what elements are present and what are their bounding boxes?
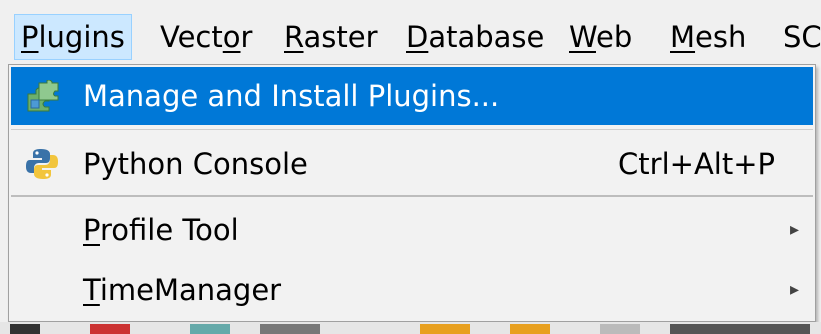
menu-web-rest: eb bbox=[595, 20, 633, 54]
toolbar-icon bbox=[670, 324, 810, 334]
menu-vector-part2: r bbox=[240, 20, 253, 54]
python-icon bbox=[26, 149, 58, 179]
menu-sc[interactable]: SC bbox=[783, 14, 821, 60]
menu-item-manage-install-plugins[interactable]: Manage and Install Plugins... bbox=[11, 67, 813, 125]
menu-web[interactable]: Web bbox=[569, 14, 632, 60]
menu-bar: Plugins Vector Raster Database Web Mesh … bbox=[0, 0, 821, 68]
toolbar-icon bbox=[10, 324, 40, 334]
menu-mesh[interactable]: Mesh bbox=[670, 14, 746, 60]
shortcut-label: Ctrl+Alt+P bbox=[618, 147, 775, 181]
submenu-arrow-icon: ▸ bbox=[789, 219, 799, 240]
menu-item-label: TimeManager bbox=[83, 273, 282, 307]
menu-plugins[interactable]: Plugins bbox=[14, 14, 132, 60]
menu-raster-rest: aster bbox=[303, 20, 378, 54]
toolbar-icon bbox=[600, 324, 640, 334]
menu-plugins-rest: lugins bbox=[38, 20, 125, 54]
toolbar-icon bbox=[420, 324, 470, 334]
menu-item-label: Profile Tool bbox=[83, 213, 239, 247]
menu-database[interactable]: Database bbox=[406, 14, 544, 60]
toolbar-icon bbox=[90, 324, 130, 334]
menu-plugins-mnemonic: P bbox=[21, 20, 39, 54]
puzzle-plugins-icon bbox=[27, 80, 59, 112]
toolbar-icon bbox=[190, 324, 230, 334]
menu-database-rest: atabase bbox=[428, 20, 545, 54]
menu-separator bbox=[11, 129, 813, 130]
menu-mesh-rest: esh bbox=[695, 20, 747, 54]
background-toolbar bbox=[0, 322, 821, 334]
menu-item-label: Python Console bbox=[83, 147, 308, 181]
menu-item-python-console[interactable]: Python Console Ctrl+Alt+P bbox=[11, 135, 813, 193]
menu-raster[interactable]: Raster bbox=[284, 14, 378, 60]
menu-database-mnemonic: D bbox=[406, 20, 429, 54]
menu-item-label: Manage and Install Plugins... bbox=[83, 79, 500, 113]
menu-mesh-mnemonic: M bbox=[670, 20, 696, 54]
plugins-dropdown-menu: Manage and Install Plugins... Python Con… bbox=[8, 64, 816, 322]
menu-web-mnemonic: W bbox=[569, 20, 596, 54]
menu-separator bbox=[11, 195, 813, 197]
toolbar-icon bbox=[260, 324, 320, 334]
menu-vector[interactable]: Vector bbox=[160, 14, 252, 60]
menu-vector-part1: Vect bbox=[160, 20, 223, 54]
menu-raster-mnemonic: R bbox=[284, 20, 304, 54]
menu-item-timemanager[interactable]: TimeManager ▸ bbox=[11, 261, 813, 319]
toolbar-icon bbox=[510, 324, 550, 334]
menu-item-profile-tool[interactable]: Profile Tool ▸ bbox=[11, 201, 813, 259]
menu-vector-mnemonic: o bbox=[222, 20, 241, 54]
submenu-arrow-icon: ▸ bbox=[789, 279, 799, 300]
